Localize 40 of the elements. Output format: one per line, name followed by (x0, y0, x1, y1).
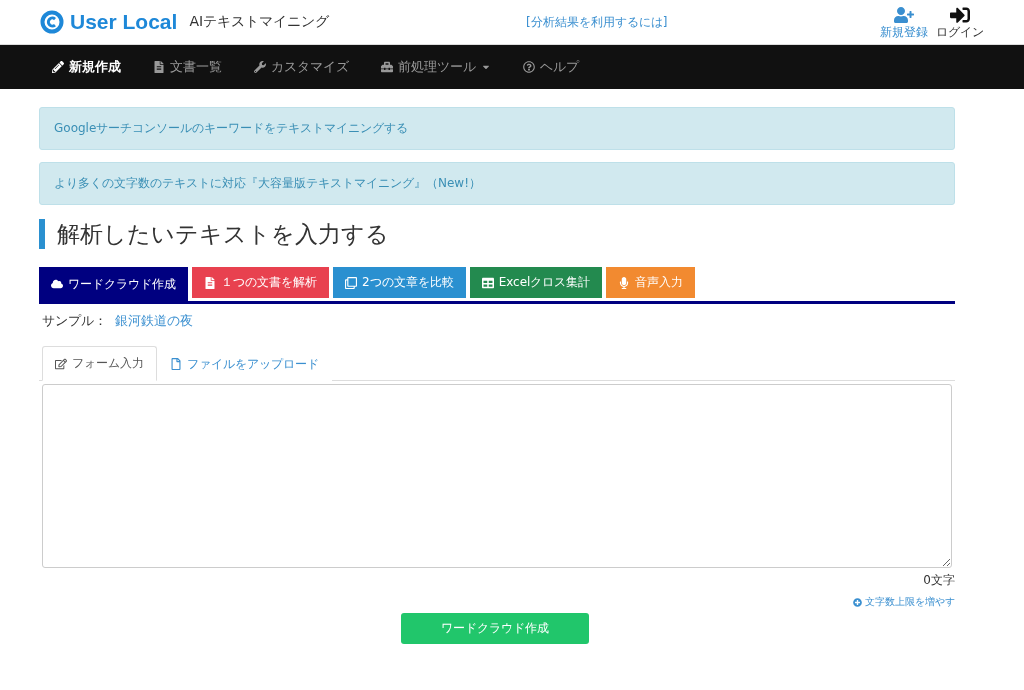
alert-link[interactable]: Googleサーチコンソールのキーワードをテキストマイニングする (39, 107, 955, 150)
sign-in-icon (950, 5, 970, 25)
header-action[interactable]: 新規登録 (880, 5, 928, 39)
tool-tab[interactable]: １つの文書を解析 (192, 267, 329, 298)
sample-label: サンプル： (42, 312, 107, 330)
page-heading: 解析したいテキストを入力する (39, 219, 955, 249)
pencil-icon (52, 61, 64, 73)
nav-item[interactable]: 文書一覧 (153, 58, 222, 76)
tool-tab[interactable]: 音声入力 (606, 267, 696, 298)
toolbox-icon (381, 61, 393, 73)
input-tab[interactable]: フォーム入力 (42, 346, 157, 381)
cloud-icon (51, 278, 63, 290)
text-input-field[interactable] (42, 384, 952, 568)
edit-icon (55, 357, 67, 370)
increase-limit-link[interactable]: 文字数上限を増やす (853, 595, 955, 609)
file-icon (170, 358, 182, 370)
document-icon (204, 276, 216, 289)
wrench-icon (254, 61, 266, 73)
document-icon (153, 61, 165, 73)
tool-tab[interactable]: Excelクロス集計 (469, 267, 603, 298)
tool-tab[interactable]: ワードクラウド作成 (39, 267, 188, 301)
char-count: 0文字 (923, 572, 955, 589)
usage-link[interactable]: [分析結果を利用するには] (526, 13, 872, 31)
microphone-icon (618, 276, 631, 289)
sample-link[interactable]: 銀河鉄道の夜 (115, 312, 193, 330)
nav-item[interactable]: ヘルプ (523, 58, 579, 76)
tool-tab[interactable]: 2つの文章を比較 (333, 267, 466, 298)
alert-link[interactable]: より多くの文字数のテキストに対応『大容量版テキストマイニング』（New!） (39, 162, 955, 205)
copy-icon (345, 276, 357, 289)
product-name: AIテキストマイニング (189, 13, 330, 31)
nav-item[interactable]: 前処理ツール (381, 58, 491, 76)
logo-icon (40, 10, 64, 34)
question-icon (523, 61, 535, 73)
user-plus-icon (894, 5, 914, 25)
submit-button[interactable]: ワードクラウド作成 (401, 613, 589, 644)
logo-text: User Local (70, 10, 178, 34)
table-icon (481, 276, 494, 289)
nav-item[interactable]: 新規作成 (52, 58, 121, 76)
nav-item[interactable]: カスタマイズ (254, 58, 349, 76)
header-action[interactable]: ログイン (936, 5, 984, 39)
